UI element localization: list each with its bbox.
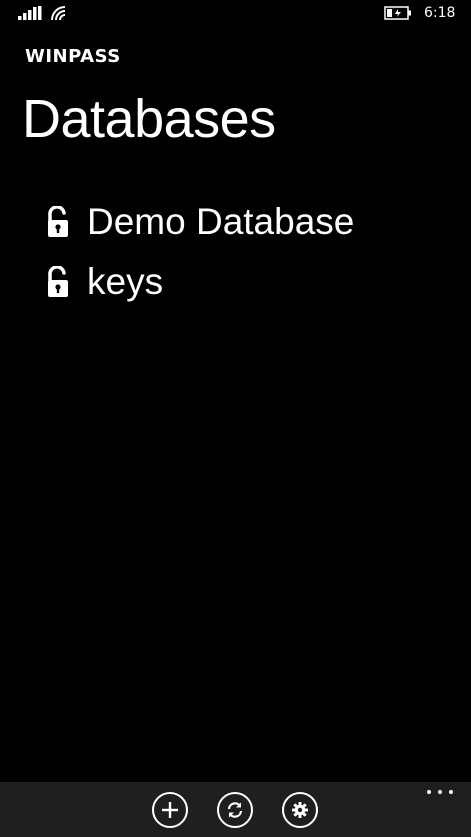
refresh-button[interactable] xyxy=(217,792,253,828)
settings-button[interactable] xyxy=(282,792,318,828)
add-icon xyxy=(162,802,178,818)
unlocked-padlock-icon xyxy=(48,206,68,237)
battery-charging-icon xyxy=(384,6,411,20)
refresh-icon xyxy=(227,802,243,818)
app-title: WINPASS xyxy=(25,46,121,67)
status-bar: 6:18 xyxy=(0,0,471,32)
signal-icon xyxy=(18,6,42,20)
page-title: Databases xyxy=(22,89,276,149)
database-list: Demo Database keys xyxy=(46,192,446,312)
more-options-button[interactable] xyxy=(427,784,453,800)
status-time: 6:18 xyxy=(424,5,456,21)
database-item[interactable]: keys xyxy=(46,252,446,312)
app-bar xyxy=(0,782,471,837)
database-name: keys xyxy=(87,261,164,302)
database-item[interactable]: Demo Database xyxy=(46,192,446,252)
add-database-button[interactable] xyxy=(152,792,188,828)
database-name: Demo Database xyxy=(87,201,355,242)
unlocked-padlock-icon xyxy=(48,266,68,297)
wifi-icon xyxy=(51,6,66,21)
ellipsis-icon xyxy=(427,790,431,794)
settings-icon xyxy=(292,802,308,818)
